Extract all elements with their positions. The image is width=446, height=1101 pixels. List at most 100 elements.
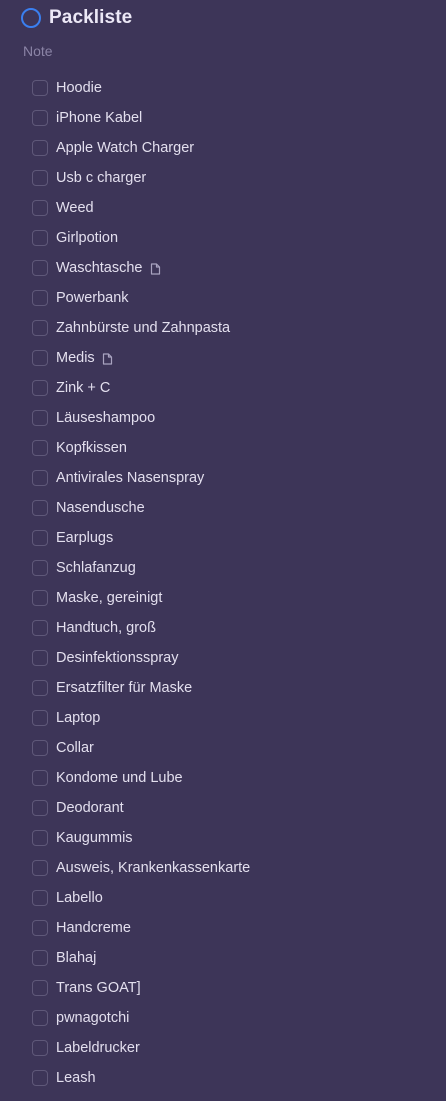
todo-item-label[interactable]: Usb c charger — [56, 170, 146, 186]
todo-item[interactable]: Powerbank — [32, 283, 250, 313]
circle-project-icon[interactable] — [21, 8, 41, 28]
todo-item-label[interactable]: Laptop — [56, 710, 100, 726]
todo-item[interactable]: Kondome und Lube — [32, 763, 250, 793]
todo-item-label[interactable]: Apple Watch Charger — [56, 140, 194, 156]
checkbox[interactable] — [32, 950, 48, 966]
checkbox[interactable] — [32, 620, 48, 636]
checkbox[interactable] — [32, 890, 48, 906]
todo-item[interactable]: Collar — [32, 733, 250, 763]
todo-item[interactable]: Kopfkissen — [32, 433, 250, 463]
todo-item[interactable]: Laptop — [32, 703, 250, 733]
todo-item-label[interactable]: Zahnbürste und Zahnpasta — [56, 320, 230, 336]
checkbox[interactable] — [32, 560, 48, 576]
checkbox[interactable] — [32, 1010, 48, 1026]
todo-item[interactable]: Antivirales Nasenspray — [32, 463, 250, 493]
todo-item-label[interactable]: Waschtasche — [56, 260, 143, 276]
todo-item-label[interactable]: Handtuch, groß — [56, 620, 156, 636]
checkbox[interactable] — [32, 500, 48, 516]
todo-item-label[interactable]: Ersatzfilter für Maske — [56, 680, 192, 696]
checkbox[interactable] — [32, 920, 48, 936]
todo-item[interactable]: Deodorant — [32, 793, 250, 823]
checkbox[interactable] — [32, 830, 48, 846]
todo-item-label[interactable]: Desinfektionsspray — [56, 650, 179, 666]
checkbox[interactable] — [32, 380, 48, 396]
checkbox[interactable] — [32, 680, 48, 696]
todo-item-label[interactable]: Hoodie — [56, 80, 102, 96]
checkbox[interactable] — [32, 770, 48, 786]
checkbox[interactable] — [32, 320, 48, 336]
todo-item-label[interactable]: Antivirales Nasenspray — [56, 470, 204, 486]
checkbox[interactable] — [32, 200, 48, 216]
todo-item-label[interactable]: Trans GOAT] — [56, 980, 141, 996]
checkbox[interactable] — [32, 350, 48, 366]
todo-item[interactable]: Nasendusche — [32, 493, 250, 523]
todo-item[interactable]: Läuseshampoo — [32, 403, 250, 433]
todo-item[interactable]: Desinfektionsspray — [32, 643, 250, 673]
todo-item[interactable]: Apple Watch Charger — [32, 133, 250, 163]
todo-item[interactable]: Ausweis, Krankenkassenkarte — [32, 853, 250, 883]
checkbox[interactable] — [32, 800, 48, 816]
todo-item[interactable]: Hoodie — [32, 73, 250, 103]
checkbox[interactable] — [32, 590, 48, 606]
todo-item-label[interactable]: Earplugs — [56, 530, 113, 546]
todo-item-label[interactable]: Weed — [56, 200, 94, 216]
todo-item[interactable]: pwnagotchi — [32, 1003, 250, 1033]
checkbox[interactable] — [32, 440, 48, 456]
todo-item-label[interactable]: Kaugummis — [56, 830, 133, 846]
checkbox[interactable] — [32, 1070, 48, 1086]
todo-item[interactable]: Zink + C — [32, 373, 250, 403]
todo-item-label[interactable]: Deodorant — [56, 800, 124, 816]
todo-item-label[interactable]: Girlpotion — [56, 230, 118, 246]
todo-item[interactable]: Girlpotion — [32, 223, 250, 253]
page-title[interactable]: Packliste — [49, 7, 132, 29]
todo-item-label[interactable]: Nasendusche — [56, 500, 145, 516]
checkbox[interactable] — [32, 80, 48, 96]
todo-item[interactable]: Blahaj — [32, 943, 250, 973]
checkbox[interactable] — [32, 710, 48, 726]
todo-item-label[interactable]: Läuseshampoo — [56, 410, 155, 426]
checkbox[interactable] — [32, 260, 48, 276]
todo-item-label[interactable]: Powerbank — [56, 290, 129, 306]
todo-item[interactable]: Trans GOAT] — [32, 973, 250, 1003]
checkbox[interactable] — [32, 290, 48, 306]
todo-item-label[interactable]: Ausweis, Krankenkassenkarte — [56, 860, 250, 876]
checkbox[interactable] — [32, 650, 48, 666]
todo-item-label[interactable]: Kopfkissen — [56, 440, 127, 456]
todo-item-label[interactable]: Kondome und Lube — [56, 770, 183, 786]
checkbox[interactable] — [32, 530, 48, 546]
todo-item[interactable]: Labello — [32, 883, 250, 913]
checkbox[interactable] — [32, 140, 48, 156]
todo-item[interactable]: Medis — [32, 343, 250, 373]
todo-item-label[interactable]: Collar — [56, 740, 94, 756]
checkbox[interactable] — [32, 740, 48, 756]
todo-item[interactable]: Zahnbürste und Zahnpasta — [32, 313, 250, 343]
todo-item-label[interactable]: Leash — [56, 1070, 96, 1086]
todo-item[interactable]: iPhone Kabel — [32, 103, 250, 133]
todo-item[interactable]: Usb c charger — [32, 163, 250, 193]
todo-item[interactable]: Labeldrucker — [32, 1033, 250, 1063]
todo-item[interactable]: Handtuch, groß — [32, 613, 250, 643]
checkbox[interactable] — [32, 470, 48, 486]
todo-item[interactable]: Maske, gereinigt — [32, 583, 250, 613]
checkbox[interactable] — [32, 1040, 48, 1056]
checkbox[interactable] — [32, 110, 48, 126]
checkbox[interactable] — [32, 170, 48, 186]
todo-item-label[interactable]: pwnagotchi — [56, 1010, 129, 1026]
todo-item[interactable]: Weed — [32, 193, 250, 223]
todo-item-label[interactable]: Maske, gereinigt — [56, 590, 162, 606]
todo-item-label[interactable]: Blahaj — [56, 950, 96, 966]
todo-item-label[interactable]: Labeldrucker — [56, 1040, 140, 1056]
todo-item-label[interactable]: Handcreme — [56, 920, 131, 936]
todo-item[interactable]: Handcreme — [32, 913, 250, 943]
todo-item[interactable]: Leash — [32, 1063, 250, 1093]
project-note[interactable]: Note — [23, 43, 53, 59]
todo-item-label[interactable]: Zink + C — [56, 380, 110, 396]
todo-item[interactable]: Earplugs — [32, 523, 250, 553]
todo-item-label[interactable]: Medis — [56, 350, 95, 366]
todo-item[interactable]: Waschtasche — [32, 253, 250, 283]
todo-item[interactable]: Schlafanzug — [32, 553, 250, 583]
todo-item-label[interactable]: Labello — [56, 890, 103, 906]
todo-item-label[interactable]: iPhone Kabel — [56, 110, 142, 126]
todo-item-label[interactable]: Schlafanzug — [56, 560, 136, 576]
checkbox[interactable] — [32, 860, 48, 876]
